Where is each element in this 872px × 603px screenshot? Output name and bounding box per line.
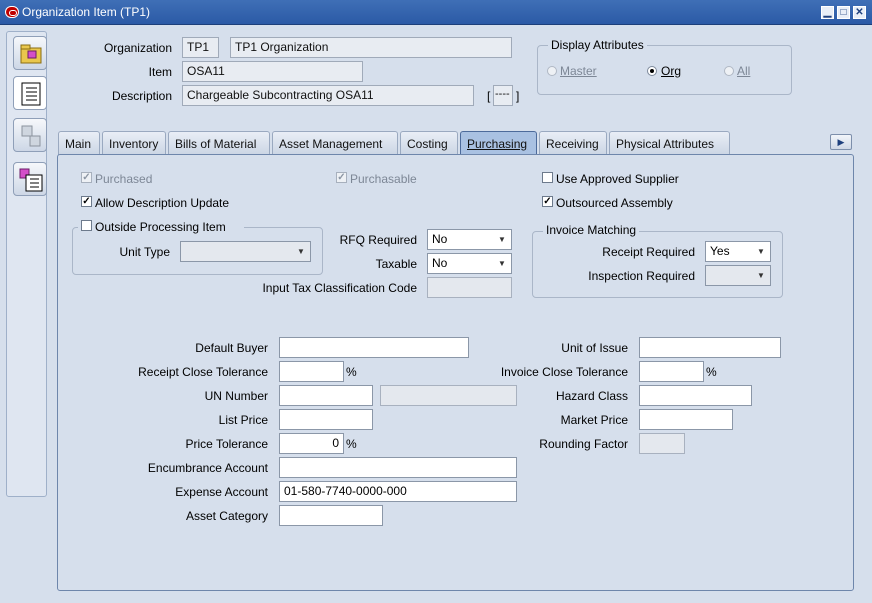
- unit-of-issue-field[interactable]: [639, 337, 781, 358]
- expense-account-label: Expense Account: [175, 485, 268, 499]
- tab-scroll-right-icon[interactable]: ▶: [830, 134, 852, 150]
- purchased-checkbox[interactable]: ✓: [81, 172, 92, 183]
- master-radio[interactable]: [547, 66, 557, 76]
- tab-asset-management[interactable]: Asset Management: [272, 131, 398, 155]
- rfq-required-label: RFQ Required: [339, 233, 417, 247]
- attributes-tool-button[interactable]: [13, 162, 47, 196]
- use-approved-supplier-checkbox[interactable]: [542, 172, 553, 183]
- descriptive-flexfield[interactable]: ----: [493, 85, 513, 106]
- org-radio[interactable]: [647, 66, 657, 76]
- master-radio-label: Master: [560, 64, 597, 78]
- inspection-required-label: Inspection Required: [588, 269, 695, 283]
- allow-description-update-checkbox[interactable]: ✓: [81, 196, 92, 207]
- market-price-label: Market Price: [560, 413, 628, 427]
- tab-costing[interactable]: Costing: [400, 131, 458, 155]
- taxable-label: Taxable: [375, 257, 417, 271]
- receipt-required-label: Receipt Required: [602, 245, 695, 259]
- rounding-factor-field[interactable]: [639, 433, 685, 454]
- outside-processing-checkbox[interactable]: [81, 220, 92, 231]
- list-price-label: List Price: [218, 413, 268, 427]
- unit-of-issue-label: Unit of Issue: [561, 341, 628, 355]
- tab-main[interactable]: Main: [58, 131, 100, 155]
- display-attributes-title: Display Attributes: [548, 38, 647, 52]
- price-tolerance-label: Price Tolerance: [185, 437, 269, 451]
- item-tool-button[interactable]: [13, 118, 47, 152]
- unit-type-select[interactable]: ▼: [180, 241, 311, 262]
- purchasable-checkbox[interactable]: ✓: [336, 172, 347, 183]
- encumbrance-account-label: Encumbrance Account: [147, 461, 268, 475]
- description-label: Description: [111, 89, 172, 103]
- outside-processing-label: Outside Processing Item: [95, 220, 226, 234]
- chevron-down-icon: ▼: [757, 247, 765, 256]
- purchased-label: Purchased: [95, 172, 153, 186]
- tab-purchasing[interactable]: Purchasing: [460, 131, 537, 155]
- hazard-class-field[interactable]: [639, 385, 752, 406]
- chevron-down-icon: ▼: [757, 271, 765, 280]
- invoice-tolerance-percent: %: [706, 365, 717, 379]
- rounding-factor-label: Rounding Factor: [539, 437, 628, 451]
- outsourced-assembly-label: Outsourced Assembly: [556, 196, 673, 210]
- folder-tool-button[interactable]: [13, 36, 47, 70]
- default-buyer-label: Default Buyer: [195, 341, 268, 355]
- tab-receiving[interactable]: Receiving: [539, 131, 607, 155]
- window-titlebar: Organization Item (TP1) ▁ □ ✕: [0, 0, 872, 25]
- unit-type-label: Unit Type: [119, 245, 170, 259]
- left-toolbar: [6, 31, 47, 497]
- organization-name-field[interactable]: TP1 Organization: [230, 37, 512, 58]
- all-radio[interactable]: [724, 66, 734, 76]
- use-approved-supplier-label: Use Approved Supplier: [556, 172, 679, 186]
- allow-description-update-label: Allow Description Update: [95, 196, 230, 210]
- flex-bracket-open: [: [487, 89, 491, 103]
- hazard-class-label: Hazard Class: [555, 389, 628, 403]
- organization-code-field[interactable]: TP1: [182, 37, 219, 58]
- item-field[interactable]: OSA11: [182, 61, 363, 82]
- invoice-close-tolerance-label: Invoice Close Tolerance: [500, 365, 628, 379]
- minimize-button[interactable]: ▁: [821, 6, 834, 19]
- chevron-down-icon: ▼: [498, 235, 506, 244]
- document-list-icon: [21, 82, 41, 106]
- close-button[interactable]: ✕: [853, 6, 866, 19]
- receipt-close-tolerance-label: Receipt Close Tolerance: [138, 365, 268, 379]
- un-number-label: UN Number: [204, 389, 268, 403]
- inspection-required-select[interactable]: ▼: [705, 265, 771, 286]
- price-tolerance-percent: %: [346, 437, 357, 451]
- folder-icon: [20, 44, 42, 64]
- item-cube-icon: [21, 125, 41, 147]
- receipt-required-select[interactable]: Yes ▼: [705, 241, 771, 262]
- asset-category-label: Asset Category: [185, 509, 268, 523]
- taxable-select[interactable]: No ▼: [427, 253, 512, 274]
- tab-inventory[interactable]: Inventory: [102, 131, 166, 155]
- rfq-required-select[interactable]: No ▼: [427, 229, 512, 250]
- receipt-close-tolerance-field[interactable]: [279, 361, 344, 382]
- market-price-field[interactable]: [639, 409, 733, 430]
- attribute-list-icon: [19, 168, 43, 192]
- document-tool-button[interactable]: [13, 76, 47, 110]
- asset-category-field[interactable]: [279, 505, 383, 526]
- all-radio-label: All: [737, 64, 751, 78]
- invoice-matching-title: Invoice Matching: [543, 223, 640, 237]
- input-tax-classification-field[interactable]: [427, 277, 512, 298]
- un-number-field[interactable]: [279, 385, 373, 406]
- description-field[interactable]: Chargeable Subcontracting OSA11: [182, 85, 474, 106]
- expense-account-field[interactable]: 01-580-7740-0000-000: [279, 481, 517, 502]
- oracle-logo-icon: [5, 6, 19, 18]
- tab-bills-of-material[interactable]: Bills of Material: [168, 131, 270, 155]
- price-tolerance-field[interactable]: 0: [279, 433, 344, 454]
- input-tax-classification-label: Input Tax Classification Code: [262, 281, 417, 295]
- list-price-field[interactable]: [279, 409, 373, 430]
- default-buyer-field[interactable]: [279, 337, 469, 358]
- window-title: Organization Item (TP1): [22, 5, 151, 19]
- org-radio-label: Org: [661, 64, 682, 78]
- outsourced-assembly-checkbox[interactable]: ✓: [542, 196, 553, 207]
- item-label: Item: [148, 65, 172, 79]
- organization-label: Organization: [103, 41, 172, 55]
- receipt-tolerance-percent: %: [346, 365, 357, 379]
- purchasable-label: Purchasable: [350, 172, 417, 186]
- invoice-close-tolerance-field[interactable]: [639, 361, 704, 382]
- flex-bracket-close: ]: [516, 89, 520, 103]
- encumbrance-account-field[interactable]: [279, 457, 517, 478]
- tab-physical-attributes[interactable]: Physical Attributes: [609, 131, 730, 155]
- maximize-button[interactable]: □: [837, 6, 850, 19]
- chevron-down-icon: ▼: [498, 259, 506, 268]
